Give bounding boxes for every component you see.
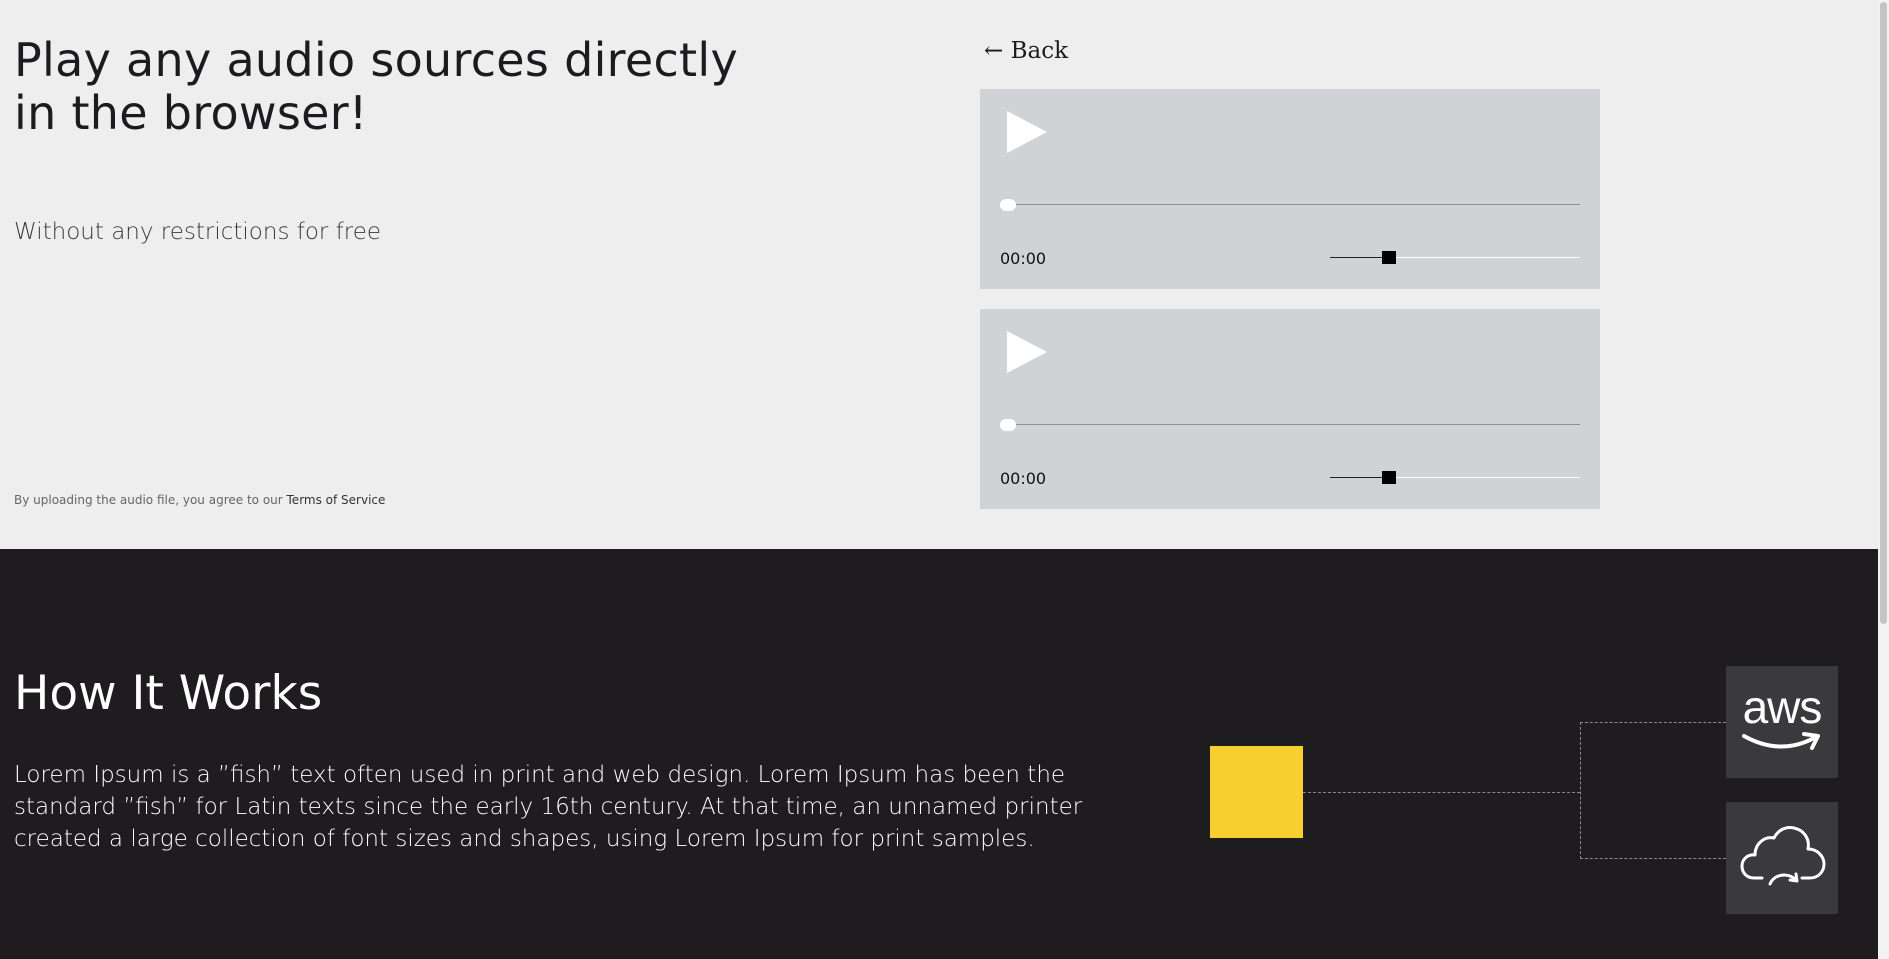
section-title: How It Works [14,666,323,721]
play-icon[interactable] [1005,109,1049,155]
play-icon[interactable] [1005,329,1049,375]
connector-line [1580,722,1581,859]
volume-slider[interactable] [1330,471,1580,485]
volume-track-filled [1330,477,1382,478]
progress-track [1000,204,1580,205]
terms-notice: By uploading the audio file, you agree t… [14,493,385,507]
audio-source-block [1210,746,1303,838]
current-time: 00:00 [1000,249,1047,268]
page-title: Play any audio sources directly in the b… [14,33,738,140]
audio-player: 00:00 [980,89,1600,289]
volume-track-empty [1396,257,1580,258]
progress-knob[interactable] [1000,419,1016,431]
connector-line [1580,858,1726,859]
progress-knob[interactable] [1000,199,1016,211]
terms-of-service-link[interactable]: Terms of Service [287,493,386,507]
audio-player: 00:00 [980,309,1600,509]
back-link[interactable]: ← Back [984,38,1068,64]
page-subtitle: Without any restrictions for free [14,219,382,245]
connector-line [1303,792,1580,793]
connector-line [1580,722,1726,723]
section-description: Lorem Ipsum is a ”fish” text often used … [14,762,1083,852]
aws-smile-icon [1742,732,1820,750]
how-it-works-section: How It Works Lorem Ipsum is a ”fish” tex… [0,549,1878,959]
progress-slider[interactable] [1000,419,1580,431]
volume-knob[interactable] [1382,251,1396,264]
cloud-service-tile [1726,802,1838,914]
progress-track [1000,424,1580,425]
upload-diagram: aws [1200,666,1840,926]
scrollbar-thumb[interactable] [1880,2,1887,624]
progress-slider[interactable] [1000,199,1580,211]
volume-slider[interactable] [1330,251,1580,265]
hero-section: Play any audio sources directly in the b… [0,0,1878,549]
page-scrollbar[interactable] [1878,0,1889,959]
cloud-upload-icon [1740,826,1826,886]
terms-prefix: By uploading the audio file, you agree t… [14,493,287,507]
current-time: 00:00 [1000,469,1047,488]
aws-logo-icon: aws [1742,681,1823,733]
volume-track-filled [1330,257,1382,258]
volume-track-empty [1396,477,1580,478]
volume-knob[interactable] [1382,471,1396,484]
aws-service-tile: aws [1726,666,1838,778]
